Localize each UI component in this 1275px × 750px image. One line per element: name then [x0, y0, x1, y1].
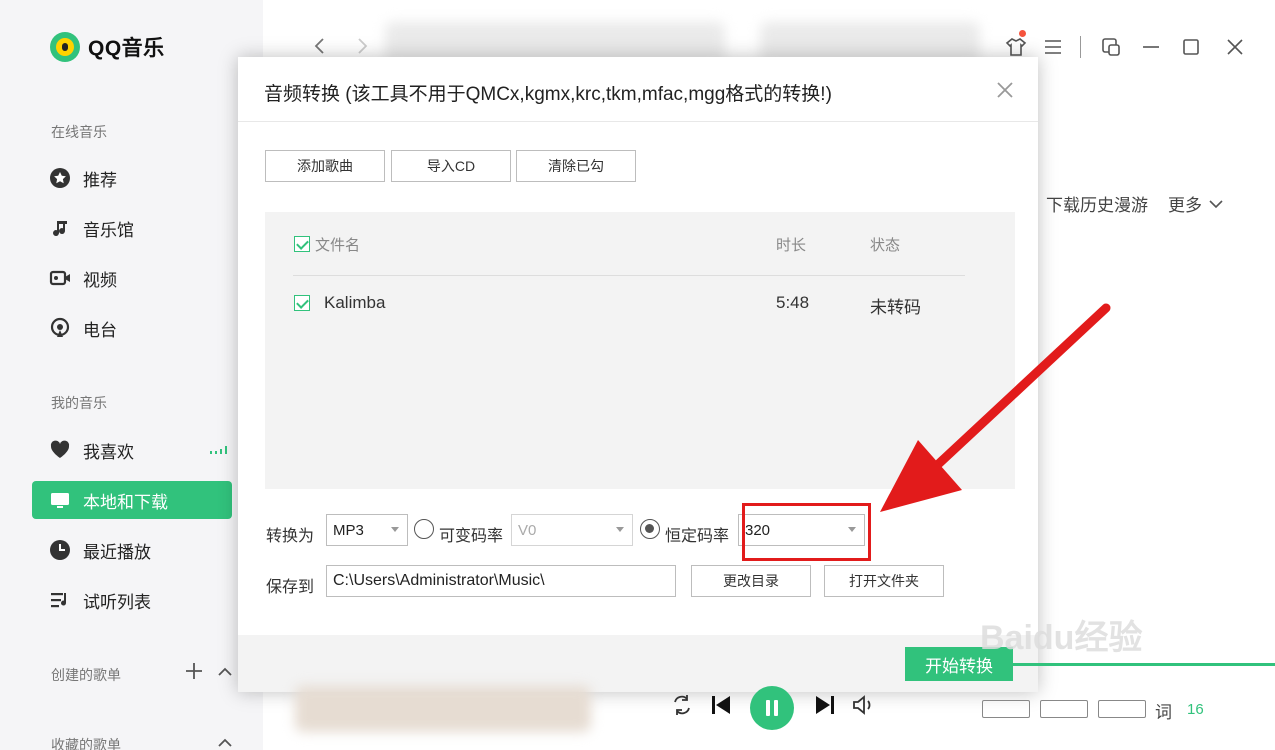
dropdown-arrow-icon: [391, 527, 399, 532]
app-logo[interactable]: QQ音乐: [50, 32, 165, 62]
column-filename: 文件名: [315, 237, 361, 254]
search-bar-blurred[interactable]: [385, 22, 725, 62]
playlist-icon: [49, 589, 71, 611]
sidebar-item-label: 视频: [83, 270, 117, 290]
column-duration: 时长: [776, 237, 807, 254]
video-icon: [49, 267, 71, 289]
plus-icon[interactable]: [185, 662, 203, 680]
column-status: 状态: [870, 237, 901, 254]
section-my-music: 我的音乐: [51, 395, 107, 411]
toolbar-divider: [1080, 36, 1081, 58]
sound-quality-badge[interactable]: [982, 700, 1030, 718]
star-icon: [49, 167, 71, 189]
section-online-music: 在线音乐: [51, 124, 107, 140]
tab-download-history[interactable]: 下载历史漫游: [1046, 191, 1148, 216]
sidebar-item-local-downloads[interactable]: 本地和下载: [32, 481, 232, 519]
row-checkbox[interactable]: [294, 295, 310, 311]
change-directory-button[interactable]: 更改目录: [691, 565, 811, 597]
skin-shirt-icon[interactable]: [1005, 36, 1027, 58]
menu-icon[interactable]: [1042, 36, 1064, 58]
import-cd-button[interactable]: 导入CD: [391, 150, 511, 182]
annotation-arrow-icon: [880, 303, 1111, 512]
mini-mode-icon[interactable]: [1100, 36, 1122, 58]
vbr-value: V0: [518, 521, 537, 539]
now-playing-blurred[interactable]: [295, 686, 591, 732]
download-badge[interactable]: [1098, 700, 1146, 718]
sidebar-item-label: 电台: [83, 320, 117, 340]
playlist-count[interactable]: 16: [1187, 701, 1204, 718]
convert-to-label: 转换为: [266, 528, 315, 545]
sidebar-item-recommend[interactable]: 推荐: [32, 159, 232, 197]
qq-music-logo-icon: [50, 32, 80, 62]
row-duration: 5:48: [776, 293, 810, 312]
sidebar-item-label: 推荐: [83, 170, 117, 190]
sidebar-item-radio[interactable]: 电台: [32, 309, 232, 347]
section-collected-playlists: 收藏的歌单: [51, 737, 121, 750]
tab-more[interactable]: 更多: [1168, 191, 1224, 216]
volume-icon[interactable]: [848, 690, 878, 720]
sidebar-item-music-hall[interactable]: 音乐馆: [32, 209, 232, 247]
radio-icon: [49, 317, 71, 339]
chevron-up-icon[interactable]: [217, 735, 233, 750]
maximize-icon[interactable]: [1180, 36, 1202, 58]
progress-line: [1010, 663, 1275, 666]
lyrics-toggle[interactable]: 词: [1155, 698, 1172, 723]
dialog-close-icon[interactable]: [996, 81, 1014, 99]
open-folder-button[interactable]: 打开文件夹: [824, 565, 944, 597]
notification-dot: [1019, 30, 1026, 37]
heart-icon: [49, 439, 71, 461]
sidebar-item-favorites[interactable]: 我喜欢: [32, 431, 232, 469]
sidebar-item-label: 音乐馆: [83, 220, 134, 240]
dialog-title: 音频转换 (该工具不用于QMCx,kgmx,krc,tkm,mfac,mgg格式…: [264, 84, 832, 105]
minimize-icon[interactable]: [1140, 36, 1162, 58]
format-value: MP3: [333, 521, 364, 539]
loop-icon[interactable]: [667, 690, 697, 720]
sidebar: QQ音乐 在线音乐 推荐 音乐馆 视频 电台 我的音乐 我喜欢 本地和下载 最近…: [0, 0, 263, 750]
list-divider: [293, 275, 965, 276]
clock-icon: [49, 539, 71, 561]
chevron-down-icon: [1209, 199, 1223, 208]
tab-more-label: 更多: [1168, 196, 1202, 215]
next-icon[interactable]: [810, 690, 840, 720]
app-name: QQ音乐: [88, 37, 165, 60]
previous-icon[interactable]: [706, 690, 736, 720]
sidebar-item-preview-list[interactable]: 试听列表: [32, 581, 232, 619]
cbr-label: 恒定码率: [665, 528, 730, 545]
sidebar-item-label: 我喜欢: [83, 442, 134, 462]
close-icon[interactable]: [1224, 36, 1246, 58]
highlight-box: [742, 503, 871, 561]
sound-wave-icon: [210, 446, 227, 454]
chevron-up-icon[interactable]: [217, 664, 233, 680]
monitor-icon: [49, 489, 71, 511]
music-note-icon: [49, 217, 71, 239]
vbr-radio[interactable]: [414, 519, 434, 539]
clear-checked-button[interactable]: 清除已勾: [516, 150, 636, 182]
forward-icon[interactable]: [352, 36, 372, 56]
sidebar-item-label: 最近播放: [83, 542, 151, 562]
back-icon[interactable]: [310, 36, 330, 56]
save-to-label: 保存到: [266, 579, 315, 596]
format-select[interactable]: MP3: [326, 514, 408, 546]
baidu-watermark: Baidu经验: [980, 619, 1143, 657]
pause-button[interactable]: [750, 686, 794, 730]
sidebar-item-video[interactable]: 视频: [32, 259, 232, 297]
vbr-label: 可变码率: [439, 528, 504, 545]
account-area-blurred[interactable]: [760, 22, 980, 62]
vbr-select[interactable]: V0: [511, 514, 633, 546]
dropdown-arrow-icon: [616, 527, 624, 532]
sidebar-item-recent[interactable]: 最近播放: [32, 531, 232, 569]
cbr-radio[interactable]: [640, 519, 660, 539]
sidebar-item-label: 本地和下载: [83, 492, 168, 512]
add-song-button[interactable]: 添加歌曲: [265, 150, 385, 182]
row-filename: Kalimba: [324, 293, 386, 312]
sidebar-item-label: 试听列表: [83, 592, 151, 612]
section-created-playlists: 创建的歌单: [51, 667, 121, 683]
save-path-input[interactable]: C:\Users\Administrator\Music\: [326, 565, 676, 597]
dialog-divider: [238, 121, 1038, 122]
sound-effect-badge[interactable]: [1040, 700, 1088, 718]
list-header: 文件名 时长 状态: [293, 234, 965, 254]
